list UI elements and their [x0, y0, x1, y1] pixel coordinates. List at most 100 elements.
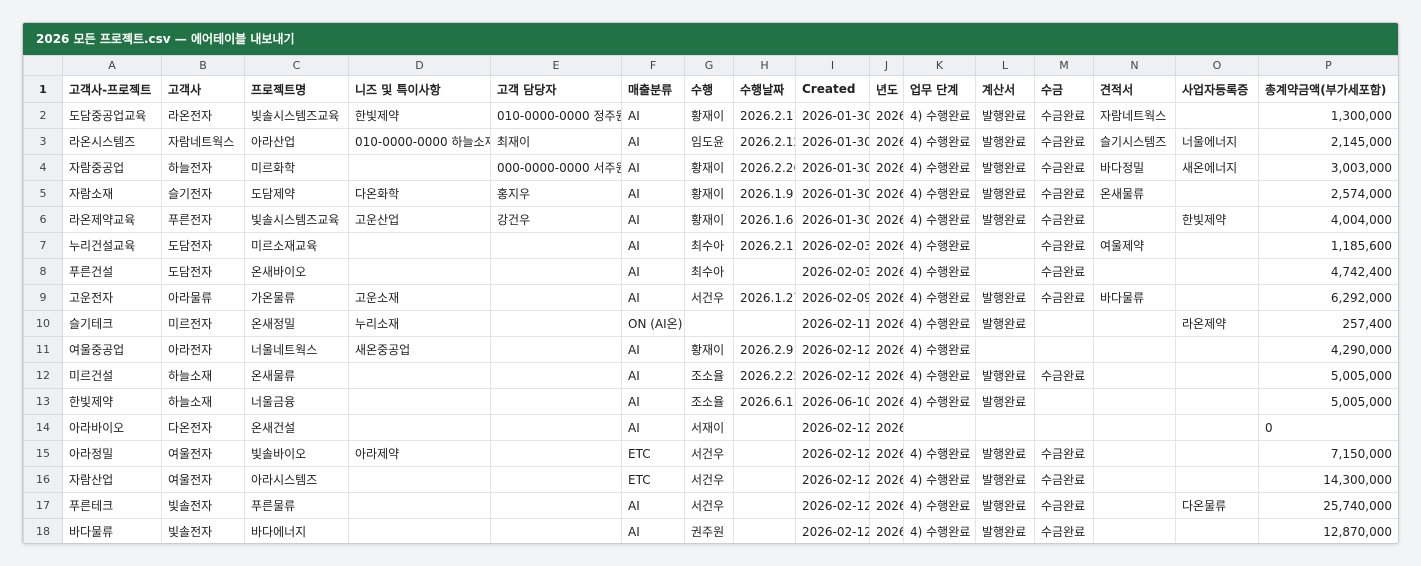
cell[interactable]: [1093, 310, 1176, 337]
cell[interactable]: [1175, 466, 1259, 493]
row-number[interactable]: 1: [23, 75, 63, 103]
cell[interactable]: 권주원: [684, 518, 734, 543]
row-number[interactable]: 14: [23, 414, 63, 441]
cell[interactable]: [1034, 310, 1094, 337]
cell[interactable]: AI: [621, 414, 685, 441]
cell[interactable]: 수금완료: [1034, 440, 1094, 467]
cell[interactable]: [490, 466, 622, 493]
cell[interactable]: [490, 414, 622, 441]
row-number[interactable]: 8: [23, 258, 63, 285]
cell[interactable]: 010-0000-0000 정주원: [490, 102, 622, 129]
cell[interactable]: 온새바이오: [244, 258, 349, 285]
cell[interactable]: 발행완료: [975, 362, 1035, 389]
cell[interactable]: 강건우: [490, 206, 622, 233]
header-cell[interactable]: 수금: [1034, 75, 1094, 103]
row-number[interactable]: 11: [23, 336, 63, 363]
cell[interactable]: 257,400: [1258, 310, 1398, 337]
cell[interactable]: 임도윤: [684, 128, 734, 155]
cell[interactable]: 4) 수행완료: [903, 258, 976, 285]
cell[interactable]: 2026-02-12: [795, 362, 870, 389]
cell[interactable]: 2026-02-12: [795, 414, 870, 441]
cell[interactable]: 너울금융: [244, 388, 349, 415]
cell[interactable]: 서건우: [684, 440, 734, 467]
cell[interactable]: 미르건설: [62, 362, 162, 389]
cell[interactable]: AI: [621, 492, 685, 519]
row-number[interactable]: 3: [23, 128, 63, 155]
cell[interactable]: 발행완료: [975, 180, 1035, 207]
cell[interactable]: 푸른전자: [161, 206, 245, 233]
cell[interactable]: 가온물류: [244, 284, 349, 311]
cell[interactable]: 2026: [869, 336, 904, 363]
cell[interactable]: 라온시스템즈: [62, 128, 162, 155]
cell[interactable]: 2026-02-09: [795, 284, 870, 311]
cell[interactable]: 4) 수행완료: [903, 440, 976, 467]
cell[interactable]: 25,740,000: [1258, 492, 1398, 519]
cell[interactable]: 2026.1.9: [733, 180, 796, 207]
cell[interactable]: 온새정밀: [244, 310, 349, 337]
cell[interactable]: [348, 362, 491, 389]
cell[interactable]: 2026-01-30: [795, 206, 870, 233]
cell[interactable]: 2026: [869, 180, 904, 207]
cell[interactable]: 하늘소재: [161, 388, 245, 415]
cell[interactable]: [1175, 518, 1259, 543]
cell[interactable]: 4) 수행완료: [903, 336, 976, 363]
cell[interactable]: 서건우: [684, 466, 734, 493]
cell[interactable]: 2026.1.27: [733, 284, 796, 311]
header-cell[interactable]: 니즈 및 특이사항: [348, 75, 491, 103]
cell[interactable]: 1,300,000: [1258, 102, 1398, 129]
cell[interactable]: 4,004,000: [1258, 206, 1398, 233]
cell[interactable]: 4) 수행완료: [903, 284, 976, 311]
cell[interactable]: [348, 466, 491, 493]
cell[interactable]: 5,005,000: [1258, 362, 1398, 389]
cell[interactable]: 2026: [869, 492, 904, 519]
cell[interactable]: [1175, 258, 1259, 285]
cell[interactable]: 아라제약: [348, 440, 491, 467]
row-number[interactable]: 17: [23, 492, 63, 519]
cell[interactable]: 황재이: [684, 336, 734, 363]
cell[interactable]: AI: [621, 128, 685, 155]
cell[interactable]: 슬기전자: [161, 180, 245, 207]
cell[interactable]: 아라전자: [161, 336, 245, 363]
cell[interactable]: 수금완료: [1034, 128, 1094, 155]
cell[interactable]: 발행완료: [975, 284, 1035, 311]
row-number[interactable]: 13: [23, 388, 63, 415]
column-letter-b[interactable]: B: [161, 55, 245, 76]
cell[interactable]: 2026.6.11: [733, 388, 796, 415]
cell[interactable]: AI: [621, 258, 685, 285]
cell[interactable]: 하늘소재: [161, 362, 245, 389]
cell[interactable]: 수금완료: [1034, 206, 1094, 233]
cell[interactable]: 빛솔바이오: [244, 440, 349, 467]
cell[interactable]: 발행완료: [975, 310, 1035, 337]
cell[interactable]: 4,290,000: [1258, 336, 1398, 363]
row-number[interactable]: 12: [23, 362, 63, 389]
header-cell[interactable]: 프로젝트명: [244, 75, 349, 103]
header-cell[interactable]: 고객사: [161, 75, 245, 103]
cell[interactable]: 홍지우: [490, 180, 622, 207]
row-number[interactable]: 4: [23, 154, 63, 181]
cell[interactable]: 미르소재교육: [244, 232, 349, 259]
cell[interactable]: [1175, 284, 1259, 311]
cell[interactable]: 2026-02-12: [795, 440, 870, 467]
cell[interactable]: 누리건설교육: [62, 232, 162, 259]
cell[interactable]: 14,300,000: [1258, 466, 1398, 493]
cell[interactable]: 2026.2.11: [733, 232, 796, 259]
header-cell[interactable]: 사업자등록증: [1175, 75, 1259, 103]
cell[interactable]: 고운산업: [348, 206, 491, 233]
cell[interactable]: 도담전자: [161, 232, 245, 259]
cell[interactable]: [490, 388, 622, 415]
cell[interactable]: 황재이: [684, 154, 734, 181]
cell[interactable]: 자람소재: [62, 180, 162, 207]
cell[interactable]: 수금완료: [1034, 466, 1094, 493]
cell[interactable]: [1093, 258, 1176, 285]
column-letter-i[interactable]: I: [795, 55, 870, 76]
cell[interactable]: 2026-02-12: [795, 518, 870, 543]
cell[interactable]: 한빛제약: [348, 102, 491, 129]
cell[interactable]: 황재이: [684, 206, 734, 233]
cell[interactable]: [975, 336, 1035, 363]
cell[interactable]: [733, 310, 796, 337]
cell[interactable]: [1175, 362, 1259, 389]
cell[interactable]: 2026-02-03: [795, 258, 870, 285]
cell[interactable]: 자람네트웍스: [161, 128, 245, 155]
cell[interactable]: AI: [621, 362, 685, 389]
cell[interactable]: 2026-02-11: [795, 310, 870, 337]
